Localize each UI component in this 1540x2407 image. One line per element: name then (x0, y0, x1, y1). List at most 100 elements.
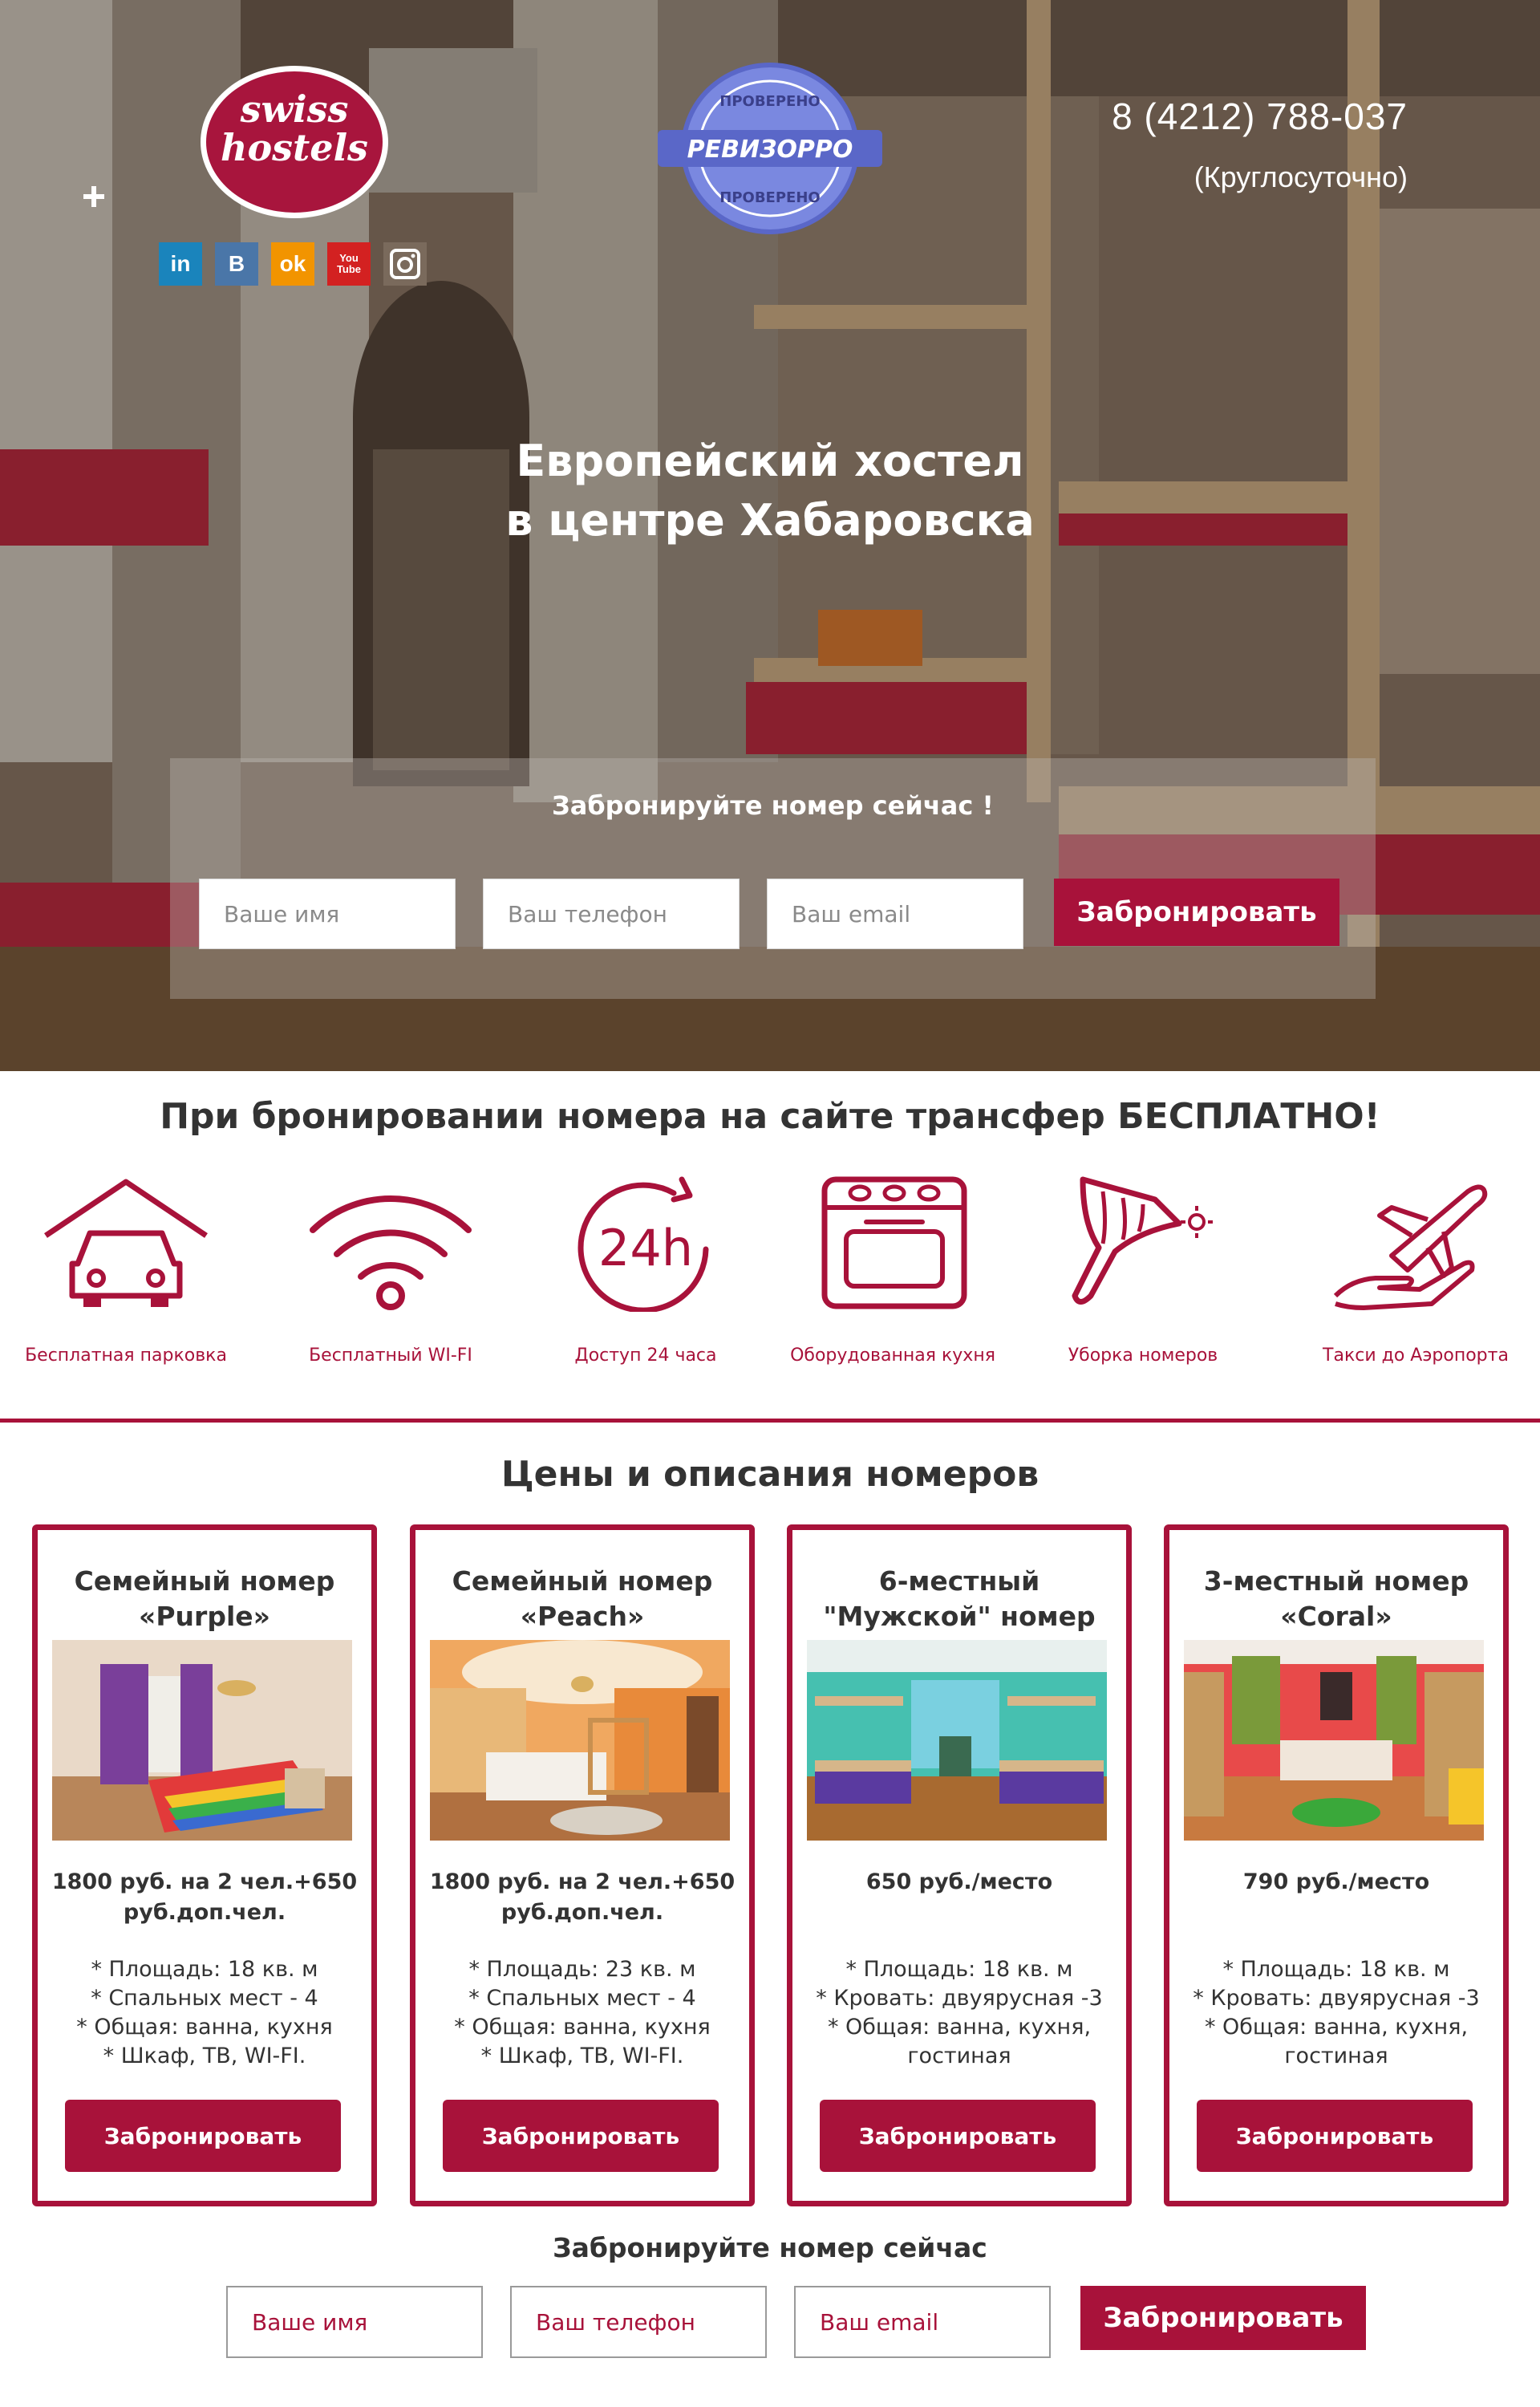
odnoklassniki-icon[interactable]: ok (271, 242, 314, 286)
youtube-icon[interactable]: You Tube (327, 242, 371, 286)
book-room-button[interactable]: Забронировать (443, 2100, 719, 2172)
room-title: 3-местный номер «Coral» (1169, 1564, 1503, 1634)
room-feature: * Спальных мест - 4 (91, 1986, 318, 2011)
room-feature: * Общая: ванна, кухня (454, 2015, 711, 2040)
badge-name: РЕВИЗОРРО (687, 136, 853, 164)
wifi-icon (310, 1195, 472, 1310)
room-title-line-1: Семейный номер (74, 1565, 335, 1597)
social-links: in B ok You Tube (159, 242, 427, 286)
room-title: Семейный номер «Purple» (38, 1564, 371, 1634)
feature-label: Бесплатный WI-FI (309, 1346, 472, 1366)
room-features: * Площадь: 18 кв. м * Кровать: двуярусна… (800, 1955, 1118, 2071)
badge-top-text: ПРОВЕРЕНО (719, 93, 820, 110)
room-feature: * Кровать: двуярусная -3 (816, 1986, 1103, 2011)
room-title-line-2: "Мужской" номер (823, 1601, 1096, 1632)
room-card-purple: Семейный номер «Purple» 1800 руб. на 2 ч… (32, 1524, 377, 2206)
feature-parking: Бесплатная парковка (2, 1175, 250, 1376)
room-price-line-1: 790 руб./место (1242, 1869, 1430, 1894)
book-room-button[interactable]: Забронировать (1197, 2100, 1473, 2172)
room-feature: * Площадь: 18 кв. м (845, 1957, 1073, 1982)
vk-icon[interactable]: B (215, 242, 258, 286)
room-title-line-2: «Peach» (520, 1601, 645, 1632)
cleaning-icon (1072, 1176, 1213, 1305)
name-input[interactable] (199, 879, 456, 949)
room-title-line-1: 3-местный номер (1203, 1565, 1469, 1597)
camera-icon (390, 249, 420, 279)
bottom-name-input[interactable] (226, 2286, 483, 2358)
feature-label: Такси до Аэропорта (1323, 1346, 1509, 1366)
airplane-icon (1333, 1184, 1488, 1310)
bottom-email-input[interactable] (794, 2286, 1051, 2358)
24h-text: 24h (598, 1219, 693, 1277)
feature-label: Доступ 24 часа (574, 1346, 717, 1366)
feature-cleaning: Уборка номеров (1019, 1175, 1267, 1376)
room-card-coral: 3-местный номер «Coral» 790 руб./место *… (1164, 1524, 1509, 2206)
24h-icon: 24h (578, 1176, 709, 1312)
feature-taxi: Такси до Аэропорта (1291, 1175, 1540, 1376)
room-price-line-1: 1800 руб. на 2 чел.+650 (51, 1869, 358, 1894)
hero-booking-form: Забронируйте номер сейчас ! Забронироват… (170, 758, 1376, 999)
headline-line-2: в центре Хабаровска (505, 495, 1035, 546)
swiss-hostels-logo[interactable]: swiss hostels (201, 66, 388, 218)
email-input[interactable] (767, 879, 1023, 949)
phone-input[interactable] (483, 879, 740, 949)
room-features: * Площадь: 18 кв. м * Спальных мест - 4 … (46, 1955, 363, 2071)
room-photo[interactable] (1184, 1640, 1484, 1841)
stove-icon (821, 1176, 967, 1309)
room-feature: * Шкаф, ТВ, WI-FI. (480, 2044, 684, 2068)
hero-section: swiss hostels РЕВИЗОРРО ПРОВЕРЕНО ПРОВЕР… (0, 0, 1540, 1071)
room-feature: * Спальных мест - 4 (468, 1986, 696, 2011)
features-title: При бронировании номера на сайте трансфе… (160, 1096, 1380, 1137)
bottom-book-button[interactable]: Забронировать (1080, 2286, 1366, 2350)
room-title-line-2: «Purple» (139, 1601, 270, 1632)
bottom-phone-input[interactable] (510, 2286, 767, 2358)
parking-icon (44, 1179, 208, 1307)
room-feature: гостиная (907, 2044, 1011, 2068)
book-room-button[interactable]: Забронировать (65, 2100, 341, 2172)
section-divider (0, 1419, 1540, 1423)
room-price-line-1: 650 руб./место (865, 1869, 1053, 1894)
instagram-icon[interactable] (383, 242, 427, 286)
feature-label: Бесплатная парковка (25, 1346, 227, 1366)
room-title: 6-местный "Мужской" номер (792, 1564, 1126, 1634)
room-price-line-2: руб.доп.чел. (123, 1900, 286, 1925)
room-price-line-2: руб.доп.чел. (500, 1900, 664, 1925)
badge-bottom-text: ПРОВЕРЕНО (719, 189, 820, 206)
rooms-title: Цены и описания номеров (500, 1454, 1040, 1495)
room-title-line-2: «Coral» (1280, 1601, 1392, 1632)
room-title: Семейный номер «Peach» (415, 1564, 749, 1634)
room-feature: * Общая: ванна, кухня, (1204, 2015, 1469, 2040)
room-photo[interactable] (52, 1640, 352, 1841)
room-title-line-1: Семейный номер (452, 1565, 713, 1597)
room-card-peach: Семейный номер «Peach» 1800 руб. на 2 че… (410, 1524, 755, 2206)
room-title-line-1: 6-местный (878, 1565, 1040, 1597)
headline-line-1: Европейский хостел (516, 436, 1024, 486)
room-price: 1800 руб. на 2 чел.+650 руб.доп.чел. (46, 1867, 363, 1928)
linkedin-icon[interactable]: in (159, 242, 202, 286)
book-button[interactable]: Забронировать (1054, 879, 1339, 946)
room-feature: * Шкаф, ТВ, WI-FI. (103, 2044, 306, 2068)
phone-number[interactable]: 8 (4212) 788-037 (1043, 95, 1408, 138)
room-price: 790 руб./место (1177, 1867, 1495, 1898)
room-card-male-dorm: 6-местный "Мужской" номер 650 руб./место… (787, 1524, 1132, 2206)
feature-label: Оборудованная кухня (790, 1346, 995, 1366)
book-room-button[interactable]: Забронировать (820, 2100, 1096, 2172)
room-feature: * Площадь: 18 кв. м (91, 1957, 318, 1982)
room-price: 650 руб./место (800, 1867, 1118, 1898)
booking-title: Забронируйте номер сейчас ! (551, 790, 995, 821)
room-feature: * Площадь: 23 кв. м (468, 1957, 696, 1982)
room-feature: * Площадь: 18 кв. м (1222, 1957, 1450, 1982)
room-feature: * Общая: ванна, кухня, (827, 2015, 1092, 2040)
room-feature: * Общая: ванна, кухня (76, 2015, 333, 2040)
room-features: * Площадь: 18 кв. м * Кровать: двуярусна… (1177, 1955, 1495, 2071)
bottom-booking-title: Забронируйте номер сейчас (553, 2232, 987, 2263)
feature-label: Уборка номеров (1068, 1346, 1218, 1366)
feature-wifi: Бесплатный WI-FI (266, 1175, 515, 1376)
phone-hours: (Круглосуточно) (1194, 160, 1408, 193)
revizorro-badge: РЕВИЗОРРО ПРОВЕРЕНО ПРОВЕРЕНО (658, 63, 882, 234)
logo-cross-icon (83, 186, 104, 207)
room-price-line-1: 1800 руб. на 2 чел.+650 (429, 1869, 736, 1894)
room-photo[interactable] (807, 1640, 1107, 1841)
room-photo[interactable] (430, 1640, 730, 1841)
logo-text: swiss hostels (221, 87, 368, 169)
